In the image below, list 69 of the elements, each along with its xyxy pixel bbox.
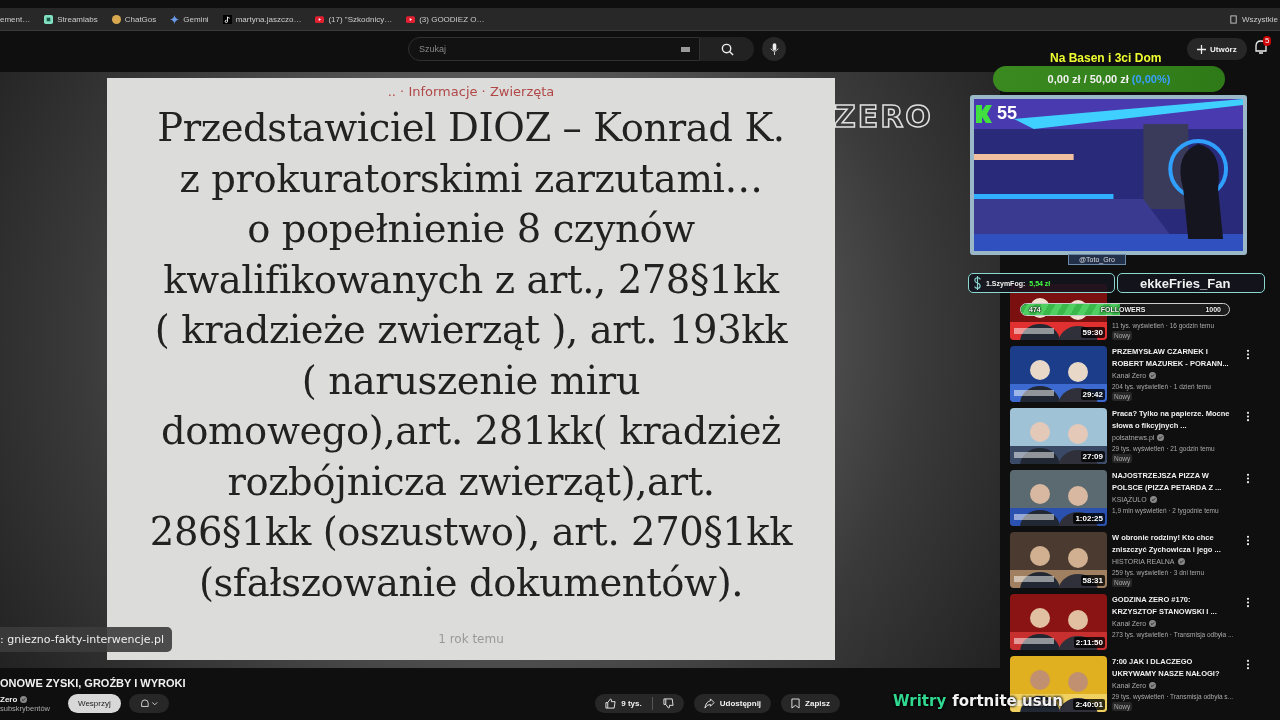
coin-icon [111,14,121,24]
notification-bell-button[interactable] [128,694,169,713]
folder-icon [1229,14,1238,24]
more-button[interactable] [1244,472,1252,484]
bookmark[interactable]: ement… [0,14,31,24]
duration-label: 29:42 [1080,389,1105,400]
sparkle-icon [170,14,180,24]
k-icon [976,104,992,123]
microphone-button[interactable] [762,37,786,61]
more-button[interactable] [1244,534,1252,546]
more-icon [1246,597,1250,608]
more-icon [1246,659,1250,670]
bookmark[interactable]: Gemini [170,14,209,24]
bookmark[interactable]: martyna.jaszczo… [222,14,302,24]
bookmark[interactable]: Streamlabs [44,14,98,24]
more-icon [1246,349,1250,360]
share-button[interactable]: Udostępnij [693,694,772,713]
slide-text: Przedstawiciel DIOZ – Konrad K. z prokuratorskimi zarzutami… o popełnienie 8 czynów kwalifikowanych z art., 278§1kk ( kradzieże zwierząt ), art. 193kk ( naruszenie miru domowego),art. 281kk( kradzież rozbójnicza zwierząt),art. 286§1kk (oszustwo), art. 270§1kk (sfałszowanie dokumentów). [149,104,793,607]
keyboard-icon[interactable] [681,46,690,52]
goal-title: Na Basen i 3ci Dom [1050,51,1162,65]
duration-label: 2:40:01 [1073,699,1105,710]
note-icon [222,14,232,24]
slide-date: 1 rok temu [438,632,504,646]
latest-follower-panel: ekkeFries_Fan [1117,273,1265,293]
bell-icon [1254,39,1268,55]
bookmark-icon [791,698,801,709]
more-icon [1246,473,1250,484]
more-button[interactable] [1244,658,1252,670]
duration-label: 59:30 [1080,327,1105,338]
bell-caret-icon [139,697,158,710]
bookmark[interactable]: (17) "Szkodnicy… [315,14,393,24]
dollar-icon [973,276,982,290]
more-button[interactable] [1244,348,1252,360]
play-icon [406,14,416,24]
duration-label: 2:11:50 [1073,637,1105,648]
search-icon [720,42,734,56]
notification-badge: 5 [1263,36,1272,46]
all-bookmarks[interactable]: Wszystkie [1242,14,1278,24]
plus-icon [1197,44,1206,54]
share-icon [703,698,715,709]
streamlabs-icon [44,14,54,24]
more-button[interactable] [1244,596,1252,608]
duration-label: 58:31 [1080,575,1105,586]
goal-bar: 0,00 zł / 50,00 zł (0,00%) [993,66,1225,92]
support-button[interactable]: Wesprzyj [68,694,121,713]
create-button[interactable]: Utwórz [1187,38,1247,60]
search-input[interactable]: Szukaj [417,43,681,55]
bookmark[interactable]: (3) GOODIEZ O… [406,14,485,24]
duration-label: 27:09 [1080,451,1105,462]
more-icon [1246,411,1250,422]
video-title: ONOWE ZYSKI, GROŹBY I WYROKI [0,677,187,689]
thumbs-down-icon [662,698,674,709]
thumbs-up-icon [605,698,617,709]
save-button[interactable]: Zapisz [781,694,840,713]
notifications-button[interactable] [1252,39,1270,57]
duration-label: 1:02:25 [1073,513,1105,524]
channel-name[interactable]: Zero [0,694,18,704]
microphone-icon [769,42,779,56]
logo: ZERO [834,99,933,134]
more-icon [1246,535,1250,546]
more-button[interactable] [1244,410,1252,422]
like-button[interactable]: 9 tys. [595,694,652,713]
link-label[interactable]: : gniezno-fakty-interwencje.pl [0,627,172,652]
bookmark[interactable]: ChatGos [111,14,157,24]
play-icon [315,14,325,24]
search-button[interactable] [700,37,754,61]
viewer-count: 55 [997,103,1018,124]
breadcrumb: .. · Informacje · Zwierzęta [387,84,555,99]
search-field[interactable]: Szukaj [408,37,700,61]
